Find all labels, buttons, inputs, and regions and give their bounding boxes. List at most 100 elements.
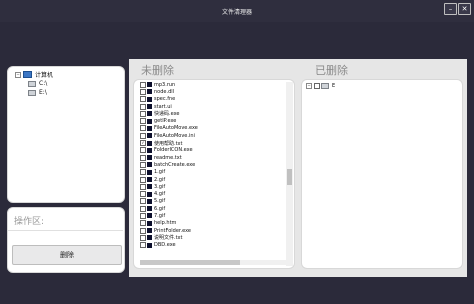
file-checkbox[interactable]	[140, 227, 146, 234]
file-list-item[interactable]: 快递码.exe	[140, 110, 198, 117]
delete-button[interactable]: 删除	[12, 245, 122, 265]
file-name: start.ui	[154, 103, 172, 110]
file-icon	[147, 82, 152, 88]
file-list-item[interactable]: 3.gif	[140, 183, 198, 190]
file-list-item[interactable]: mp3.run	[140, 81, 198, 88]
drive-tree-panel: − 计算机 C:\ E:\	[7, 66, 125, 203]
tree-root-computer[interactable]: − 计算机	[15, 70, 53, 79]
file-icon	[147, 111, 152, 117]
file-list-item[interactable]: 1.gif	[140, 169, 198, 176]
file-list-item[interactable]: FileAutoMove.ini	[140, 132, 198, 139]
file-checkbox[interactable]	[140, 161, 146, 168]
file-name: 2.gif	[154, 176, 166, 183]
file-list-item[interactable]: FileAutoMove.exe	[140, 125, 198, 132]
file-list-item[interactable]: 说明文件.txt	[140, 234, 198, 241]
file-checkbox[interactable]	[140, 103, 146, 110]
file-icon	[147, 191, 152, 197]
deleted-item-name: E	[332, 82, 336, 89]
file-list-item[interactable]: 7.gif	[140, 212, 198, 219]
file-icon	[147, 169, 152, 175]
deleted-file-list[interactable]: − E	[301, 79, 463, 269]
deleted-list-item[interactable]: − E	[306, 82, 335, 89]
file-list-item[interactable]: 5.gif	[140, 198, 198, 205]
file-name: DBD.exe	[154, 242, 176, 249]
file-list-item[interactable]: getIP.exe	[140, 117, 198, 125]
file-checkbox[interactable]	[140, 132, 146, 139]
collapse-icon[interactable]: −	[15, 71, 21, 78]
file-list-item[interactable]: start.ui	[140, 103, 198, 110]
file-list-item[interactable]: PrintFolder.exe	[140, 227, 198, 234]
file-checkbox[interactable]	[140, 110, 146, 117]
file-icon	[147, 235, 152, 241]
file-list-item[interactable]: help.htm	[140, 220, 198, 227]
drive-tree: − 计算机 C:\ E:\	[15, 70, 53, 97]
file-icon	[147, 104, 152, 110]
scroll-thumb[interactable]	[140, 260, 240, 265]
file-name: FileAutoMove.exe	[154, 125, 198, 132]
tree-item-drive-c[interactable]: C:\	[15, 79, 53, 88]
file-checkbox[interactable]	[140, 212, 146, 219]
vertical-scrollbar[interactable]	[286, 82, 293, 266]
drive-label: E:\	[39, 89, 47, 96]
file-name: PrintFolder.exe	[154, 227, 191, 234]
file-list-item[interactable]: FolderICON.exe	[140, 147, 198, 154]
collapse-icon[interactable]: −	[306, 82, 312, 89]
file-checkbox[interactable]	[140, 191, 146, 198]
file-checkbox[interactable]	[140, 96, 146, 103]
file-checkbox[interactable]: ✓	[140, 140, 146, 147]
file-icon	[147, 118, 152, 124]
file-icon	[147, 198, 152, 204]
file-checkbox[interactable]	[140, 154, 146, 161]
file-list-item[interactable]: 4.gif	[140, 190, 198, 198]
file-checkbox[interactable]	[140, 234, 146, 241]
window-title: 文件清理器	[221, 9, 252, 16]
file-icon	[147, 220, 152, 226]
deleted-label: 已删除	[315, 64, 348, 77]
file-icon	[147, 125, 152, 131]
file-list-item[interactable]: readme.txt	[140, 154, 198, 161]
file-checkbox[interactable]	[140, 147, 146, 154]
operations-title: 操作区:	[14, 217, 45, 227]
file-list-item[interactable]: spec.fne	[140, 96, 198, 103]
tree-item-drive-e[interactable]: E:\	[15, 88, 53, 97]
file-checkbox[interactable]	[140, 242, 146, 249]
file-icon	[147, 206, 152, 212]
file-checkbox[interactable]	[140, 88, 146, 95]
file-name: 7.gif	[154, 212, 166, 219]
file-checkbox[interactable]	[140, 183, 146, 190]
file-checkbox[interactable]	[140, 81, 146, 88]
file-list-item[interactable]: node.dll	[140, 88, 198, 95]
pending-file-items: mp3.run node.dll spec.fne start.ui 快递码.exe ge…	[140, 81, 198, 249]
file-name: 4.gif	[154, 191, 166, 198]
file-icon	[147, 133, 152, 139]
file-icon	[147, 177, 152, 182]
file-name: getIP.exe	[154, 118, 177, 125]
file-icon	[147, 147, 152, 153]
file-name: FolderICON.exe	[154, 147, 193, 154]
file-name: 快递码.exe	[154, 111, 180, 118]
file-checkbox[interactable]	[140, 220, 146, 227]
pending-file-list[interactable]: mp3.run node.dll spec.fne start.ui 快递码.exe ge…	[133, 79, 295, 269]
file-list-item[interactable]: 2.gif	[140, 176, 198, 183]
file-list-item[interactable]: batchCreate.exe	[140, 161, 198, 168]
file-name: 使用帮助.txt	[154, 140, 183, 147]
drive-icon	[28, 89, 36, 96]
computer-icon	[23, 71, 32, 78]
scroll-thumb[interactable]	[287, 169, 292, 185]
file-checkbox[interactable]	[140, 125, 146, 132]
file-checkbox[interactable]	[140, 205, 146, 212]
file-checkbox[interactable]	[140, 118, 146, 125]
file-checkbox[interactable]	[140, 169, 146, 176]
file-name: mp3.run	[154, 81, 176, 88]
minimize-button[interactable]: –	[444, 3, 457, 15]
file-checkbox[interactable]	[140, 198, 146, 205]
close-button[interactable]: ✕	[458, 3, 471, 15]
horizontal-scrollbar[interactable]	[140, 260, 290, 265]
file-name: help.htm	[154, 220, 177, 227]
file-icon	[147, 155, 152, 161]
file-list-item[interactable]: ✓ 使用帮助.txt	[140, 139, 198, 147]
file-checkbox[interactable]	[140, 176, 146, 183]
file-checkbox[interactable]	[314, 82, 320, 89]
file-list-item[interactable]: DBD.exe	[140, 242, 198, 249]
file-list-item[interactable]: 6.gif	[140, 205, 198, 212]
